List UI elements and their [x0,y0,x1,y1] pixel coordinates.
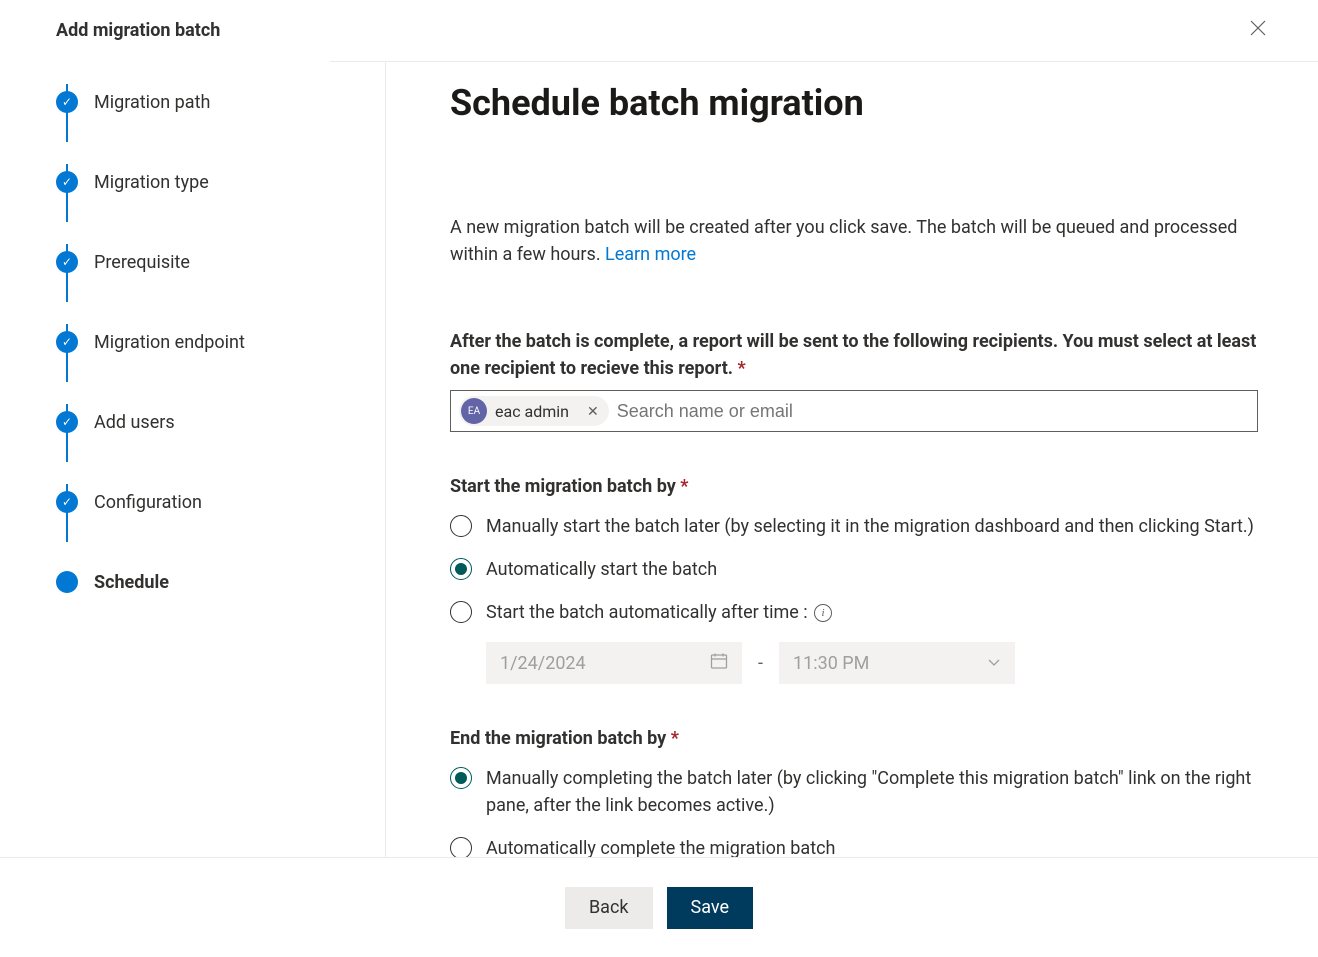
required-asterisk: * [671,728,679,749]
start-time-input[interactable]: 11:30 PM [779,642,1015,684]
step-label: Add users [94,412,175,433]
step-migration-type[interactable]: ✓ Migration type [56,142,385,222]
description-text: A new migration batch will be created af… [450,217,1237,265]
dash-separator: - [758,653,763,674]
radio-button[interactable] [450,767,472,789]
radio-label: Manually start the batch later (by selec… [486,513,1254,540]
calendar-icon [710,652,728,675]
end-option-manual[interactable]: Manually completing the batch later (by … [450,765,1258,819]
time-value: 11:30 PM [793,653,869,674]
start-datetime-row: 1/24/2024 - 11:30 PM [486,642,1258,684]
radio-button[interactable] [450,601,472,623]
step-done-icon: ✓ [56,331,78,353]
radio-button[interactable] [450,837,472,859]
recipients-input-box[interactable]: EA eac admin ✕ [450,390,1258,432]
learn-more-link[interactable]: Learn more [605,244,696,265]
close-button[interactable] [1242,16,1274,45]
step-done-icon: ✓ [56,411,78,433]
step-add-users[interactable]: ✓ Add users [56,382,385,462]
page-description: A new migration batch will be created af… [450,214,1258,268]
close-icon [1250,20,1266,36]
radio-button[interactable] [450,558,472,580]
step-label: Migration endpoint [94,332,245,353]
start-option-after-time[interactable]: Start the batch automatically after time… [450,599,1258,626]
step-label: Migration type [94,172,209,193]
page-title: Schedule batch migration [450,82,1258,124]
recipient-search-input[interactable] [617,401,1249,422]
radio-label: Manually completing the batch later (by … [486,765,1258,819]
end-batch-group: End the migration batch by * Manually co… [450,728,1258,862]
step-label: Migration path [94,92,210,113]
recipient-chip: EA eac admin ✕ [459,396,609,426]
main-content: Schedule batch migration A new migration… [385,62,1318,864]
step-label: Schedule [94,572,169,593]
required-asterisk: * [738,358,746,379]
step-done-icon: ✓ [56,251,78,273]
end-heading: End the migration batch by * [450,728,1258,749]
wizard-steps: ✓ Migration path ✓ Migration type ✓ Prer… [0,62,385,864]
radio-label: Start the batch automatically after time… [486,599,832,626]
save-button[interactable]: Save [667,887,754,929]
date-value: 1/24/2024 [500,653,586,674]
radio-label: Automatically start the batch [486,556,717,583]
step-done-icon: ✓ [56,91,78,113]
chip-name: eac admin [495,402,573,421]
recipients-label: After the batch is complete, a report wi… [450,328,1258,382]
step-migration-path[interactable]: ✓ Migration path [56,62,385,142]
step-current-icon [56,571,78,593]
required-asterisk: * [680,476,688,497]
start-option-manual[interactable]: Manually start the batch later (by selec… [450,513,1258,540]
remove-recipient-button[interactable]: ✕ [581,403,605,420]
step-done-icon: ✓ [56,491,78,513]
step-schedule[interactable]: Schedule [56,542,385,622]
back-button[interactable]: Back [565,887,653,929]
chevron-down-icon [987,653,1001,674]
avatar: EA [461,398,487,424]
radio-button[interactable] [450,515,472,537]
step-label: Configuration [94,492,202,513]
step-prerequisite[interactable]: ✓ Prerequisite [56,222,385,302]
step-label: Prerequisite [94,252,190,273]
step-migration-endpoint[interactable]: ✓ Migration endpoint [56,302,385,382]
start-date-input[interactable]: 1/24/2024 [486,642,742,684]
step-configuration[interactable]: ✓ Configuration [56,462,385,542]
start-batch-group: Start the migration batch by * Manually … [450,476,1258,684]
info-icon[interactable]: i [814,604,832,622]
start-option-auto[interactable]: Automatically start the batch [450,556,1258,583]
step-done-icon: ✓ [56,171,78,193]
dialog-header: Add migration batch [0,0,1318,61]
dialog-footer: Back Save [0,857,1318,957]
start-heading: Start the migration batch by * [450,476,1258,497]
dialog-title: Add migration batch [56,20,220,41]
